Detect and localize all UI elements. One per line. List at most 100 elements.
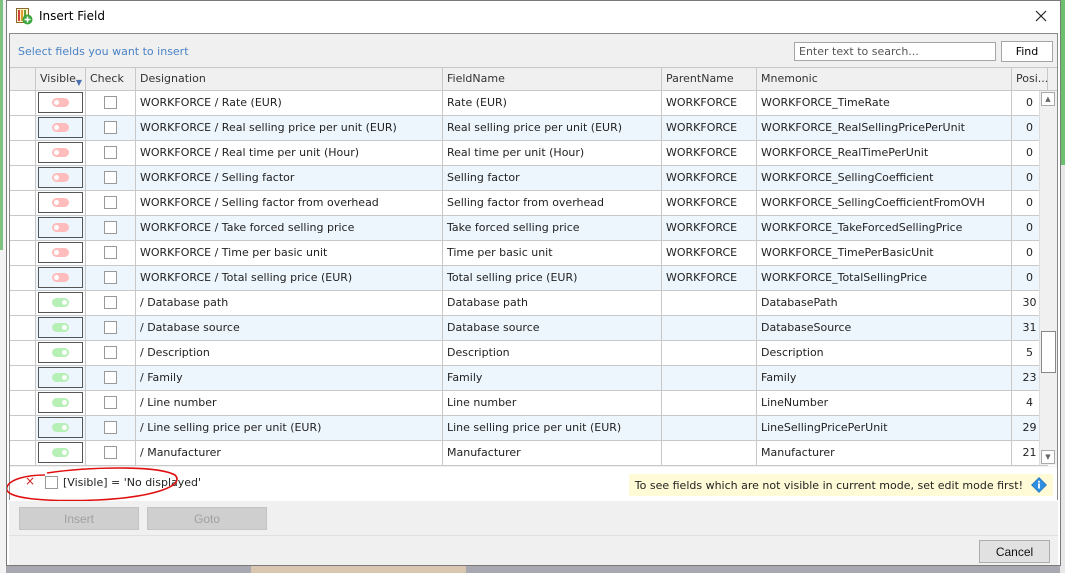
mnemonic-cell[interactable]: WORKFORCE_SellingCoefficient — [757, 166, 1012, 190]
mnemonic-cell[interactable]: WORKFORCE_SellingCoefficientFromOVH — [757, 191, 1012, 215]
fieldname-cell[interactable]: Database source — [443, 316, 662, 340]
fieldname-cell[interactable]: Rate (EUR) — [443, 91, 662, 115]
close-button[interactable] — [1026, 3, 1056, 29]
column-header-position[interactable]: Posi... — [1012, 68, 1048, 90]
row-checkbox[interactable] — [103, 121, 117, 134]
row-checkbox[interactable] — [103, 221, 117, 234]
table-row[interactable]: WORKFORCE / Real time per unit (Hour) Rea… — [10, 141, 1048, 166]
designation-cell[interactable]: / Family — [136, 366, 443, 390]
parentname-cell[interactable] — [662, 441, 757, 465]
designation-cell[interactable]: / Line number — [136, 391, 443, 415]
parentname-cell[interactable]: WORKFORCE — [662, 191, 757, 215]
row-checkbox[interactable] — [103, 146, 117, 159]
row-checkbox[interactable] — [103, 371, 117, 384]
designation-cell[interactable]: / Database path — [136, 291, 443, 315]
table-row[interactable]: / Line number Line number LineNumber 4 — [10, 391, 1048, 416]
table-row[interactable]: WORKFORCE / Selling factor Selling factor… — [10, 166, 1048, 191]
row-indicator[interactable] — [10, 416, 36, 440]
filter-enable-checkbox[interactable] — [45, 476, 58, 489]
scroll-up-button[interactable]: ▲ — [1041, 92, 1055, 106]
designation-cell[interactable]: WORKFORCE / Selling factor from overhead — [136, 191, 443, 215]
column-header-check[interactable]: Check — [86, 68, 136, 90]
column-header-visible[interactable]: Visible ▼ — [36, 68, 86, 90]
table-row[interactable]: WORKFORCE / Rate (EUR) Rate (EUR) WORKFORC… — [10, 91, 1048, 116]
table-row[interactable]: WORKFORCE / Real selling price per unit … — [10, 116, 1048, 141]
visible-toggle[interactable] — [38, 92, 83, 113]
table-row[interactable]: WORKFORCE / Take forced selling price Tak… — [10, 216, 1048, 241]
mnemonic-cell[interactable]: DatabasePath — [757, 291, 1012, 315]
row-indicator[interactable] — [10, 191, 36, 215]
designation-cell[interactable]: / Database source — [136, 316, 443, 340]
designation-cell[interactable]: WORKFORCE / Take forced selling price — [136, 216, 443, 240]
visible-toggle[interactable] — [38, 192, 83, 213]
column-header-parentname[interactable]: ParentName — [662, 68, 757, 90]
table-row[interactable]: / Family Family Family 23 — [10, 366, 1048, 391]
row-indicator[interactable] — [10, 166, 36, 190]
table-row[interactable]: WORKFORCE / Time per basic unit Time per … — [10, 241, 1048, 266]
designation-cell[interactable]: WORKFORCE / Real time per unit (Hour) — [136, 141, 443, 165]
designation-cell[interactable]: WORKFORCE / Real selling price per unit … — [136, 116, 443, 140]
scroll-down-button[interactable]: ▼ — [1041, 450, 1055, 464]
fieldname-cell[interactable]: Take forced selling price — [443, 216, 662, 240]
row-checkbox[interactable] — [103, 396, 117, 409]
goto-button[interactable]: Goto — [147, 507, 267, 530]
column-header-designation[interactable]: Designation — [136, 68, 443, 90]
designation-cell[interactable]: WORKFORCE / Rate (EUR) — [136, 91, 443, 115]
row-checkbox[interactable] — [103, 271, 117, 284]
row-indicator[interactable] — [10, 366, 36, 390]
parentname-cell[interactable]: WORKFORCE — [662, 141, 757, 165]
fieldname-cell[interactable]: Real time per unit (Hour) — [443, 141, 662, 165]
parentname-cell[interactable]: WORKFORCE — [662, 116, 757, 140]
fieldname-cell[interactable]: Selling factor from overhead — [443, 191, 662, 215]
table-row[interactable]: / Line selling price per unit (EUR) Line … — [10, 416, 1048, 441]
row-checkbox[interactable] — [103, 346, 117, 359]
visible-toggle[interactable] — [38, 392, 83, 413]
row-indicator[interactable] — [10, 441, 36, 465]
table-row[interactable]: / Database path Database path DatabasePath… — [10, 291, 1048, 316]
row-indicator[interactable] — [10, 91, 36, 115]
mnemonic-cell[interactable]: DatabaseSource — [757, 316, 1012, 340]
mnemonic-cell[interactable]: WORKFORCE_TimeRate — [757, 91, 1012, 115]
fieldname-cell[interactable]: Family — [443, 366, 662, 390]
mnemonic-cell[interactable]: Family — [757, 366, 1012, 390]
row-checkbox[interactable] — [103, 296, 117, 309]
find-button[interactable]: Find — [1001, 41, 1053, 62]
row-checkbox[interactable] — [103, 421, 117, 434]
mnemonic-cell[interactable]: WORKFORCE_TotalSellingPrice — [757, 266, 1012, 290]
parentname-cell[interactable]: WORKFORCE — [662, 241, 757, 265]
fieldname-cell[interactable]: Manufacturer — [443, 441, 662, 465]
visible-toggle[interactable] — [38, 317, 83, 338]
row-checkbox[interactable] — [103, 196, 117, 209]
fieldname-cell[interactable]: Selling factor — [443, 166, 662, 190]
fieldname-cell[interactable]: Description — [443, 341, 662, 365]
vertical-scrollbar[interactable]: ▲ ▼ — [1039, 91, 1057, 465]
parentname-cell[interactable]: WORKFORCE — [662, 216, 757, 240]
row-checkbox[interactable] — [103, 246, 117, 259]
mnemonic-cell[interactable]: WORKFORCE_RealSellingPricePerUnit — [757, 116, 1012, 140]
fieldname-cell[interactable]: Time per basic unit — [443, 241, 662, 265]
visible-toggle[interactable] — [38, 417, 83, 438]
fieldname-cell[interactable]: Line number — [443, 391, 662, 415]
designation-cell[interactable]: WORKFORCE / Selling factor — [136, 166, 443, 190]
parentname-cell[interactable] — [662, 391, 757, 415]
row-checkbox[interactable] — [103, 446, 117, 459]
fieldname-cell[interactable]: Database path — [443, 291, 662, 315]
designation-cell[interactable]: / Line selling price per unit (EUR) — [136, 416, 443, 440]
parentname-cell[interactable] — [662, 416, 757, 440]
column-header-fieldname[interactable]: FieldName — [443, 68, 662, 90]
visible-toggle[interactable] — [38, 167, 83, 188]
row-indicator[interactable] — [10, 341, 36, 365]
parentname-cell[interactable]: WORKFORCE — [662, 166, 757, 190]
parentname-cell[interactable] — [662, 291, 757, 315]
mnemonic-cell[interactable]: Description — [757, 341, 1012, 365]
parentname-cell[interactable]: WORKFORCE — [662, 91, 757, 115]
visible-toggle[interactable] — [38, 342, 83, 363]
mnemonic-cell[interactable]: WORKFORCE_TimePerBasicUnit — [757, 241, 1012, 265]
row-indicator[interactable] — [10, 141, 36, 165]
filter-active-icon[interactable]: ▼ — [76, 72, 82, 90]
table-row[interactable]: / Description Description Description 5 — [10, 341, 1048, 366]
row-checkbox[interactable] — [103, 96, 117, 109]
parentname-cell[interactable]: WORKFORCE — [662, 266, 757, 290]
visible-toggle[interactable] — [38, 367, 83, 388]
visible-toggle[interactable] — [38, 217, 83, 238]
